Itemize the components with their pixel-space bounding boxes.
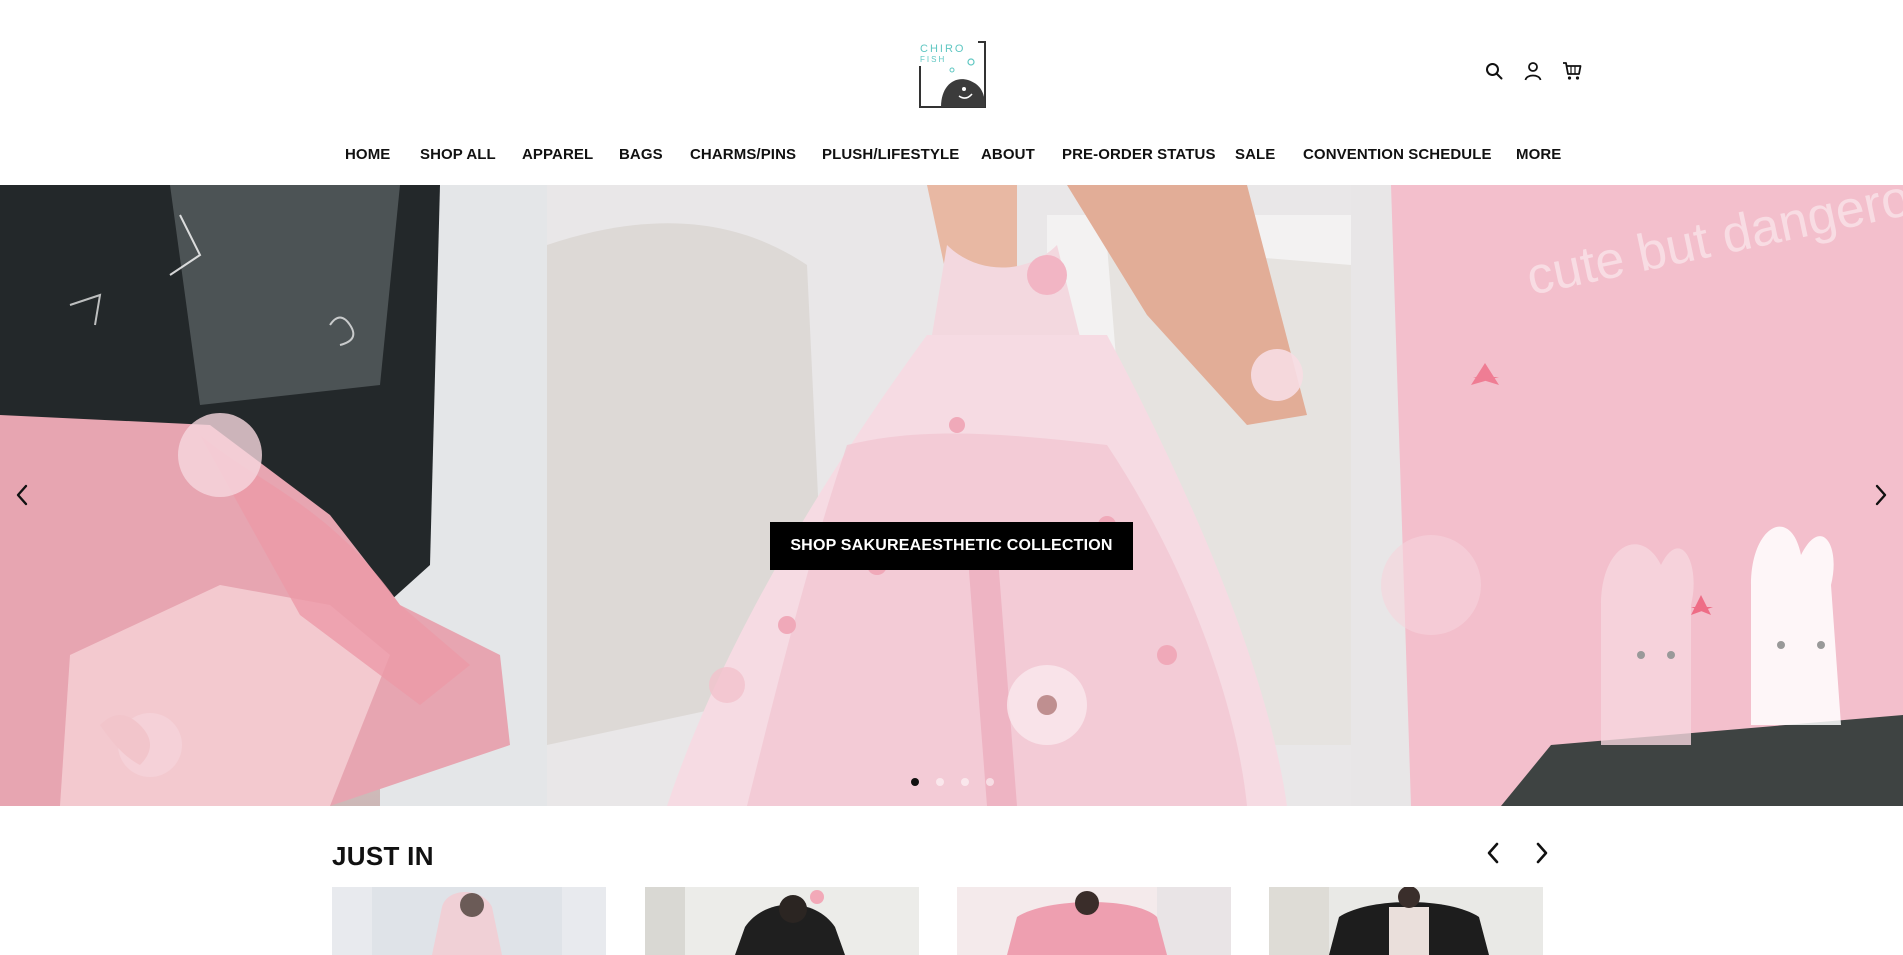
slide-dot-3[interactable]	[961, 778, 969, 786]
logo-text-chiro: CHIRO	[920, 43, 965, 55]
nav-item-pre-order-status[interactable]: PRE-ORDER STATUS	[1062, 146, 1216, 163]
hero-image-center	[547, 185, 1351, 806]
product-card-1[interactable]	[332, 887, 606, 955]
nav-item-sale[interactable]: SALE	[1235, 146, 1275, 163]
chirofish-logo[interactable]: CHIRO FISH	[916, 38, 988, 110]
just-in-prev-arrow[interactable]	[1480, 840, 1506, 866]
product-card-4[interactable]	[1269, 887, 1543, 955]
nav-item-apparel[interactable]: APPAREL	[522, 146, 593, 163]
slide-dots	[911, 778, 994, 786]
nav-item-about[interactable]: ABOUT	[981, 146, 1035, 163]
account-icon[interactable]	[1522, 60, 1544, 82]
site-header: CHIRO FISH HOME SHOP ALL APPAREL BAGS CH…	[0, 0, 1903, 185]
hero-slideshow: cute but dangerous SHOP SAKUREAESTHETIC …	[0, 185, 1903, 806]
nav-item-shop-all[interactable]: SHOP ALL	[420, 146, 496, 163]
nav-item-charms-pins[interactable]: CHARMS/PINS	[690, 146, 796, 163]
section-title-just-in: JUST IN	[332, 841, 434, 871]
slide-dot-4[interactable]	[986, 778, 994, 786]
nav-item-home[interactable]: HOME	[345, 146, 390, 163]
hero-image-right: cute but dangerous	[1351, 185, 1903, 806]
main-nav: HOME SHOP ALL APPAREL BAGS CHARMS/PINS P…	[0, 146, 1903, 166]
header-icons	[1483, 60, 1583, 82]
nav-item-convention-schedule[interactable]: CONVENTION SCHEDULE	[1303, 146, 1492, 163]
product-card-3[interactable]	[957, 887, 1231, 955]
cart-icon[interactable]	[1561, 60, 1583, 82]
slide-dot-1[interactable]	[911, 778, 919, 786]
hero-next-arrow[interactable]	[1866, 480, 1896, 510]
nav-item-more[interactable]: MORE	[1516, 146, 1561, 163]
nav-item-bags[interactable]: BAGS	[619, 146, 663, 163]
nav-item-plush-lifestyle[interactable]: PLUSH/LIFESTYLE	[822, 146, 959, 163]
hero-image-left	[0, 185, 547, 806]
search-icon[interactable]	[1483, 60, 1505, 82]
just-in-next-arrow[interactable]	[1529, 840, 1555, 866]
product-card-2[interactable]	[645, 887, 919, 955]
hero-prev-arrow[interactable]	[7, 480, 37, 510]
shop-collection-button[interactable]: SHOP SAKUREAESTHETIC COLLECTION	[770, 522, 1133, 570]
logo-text-fish: FISH	[920, 55, 946, 64]
slide-dot-2[interactable]	[936, 778, 944, 786]
